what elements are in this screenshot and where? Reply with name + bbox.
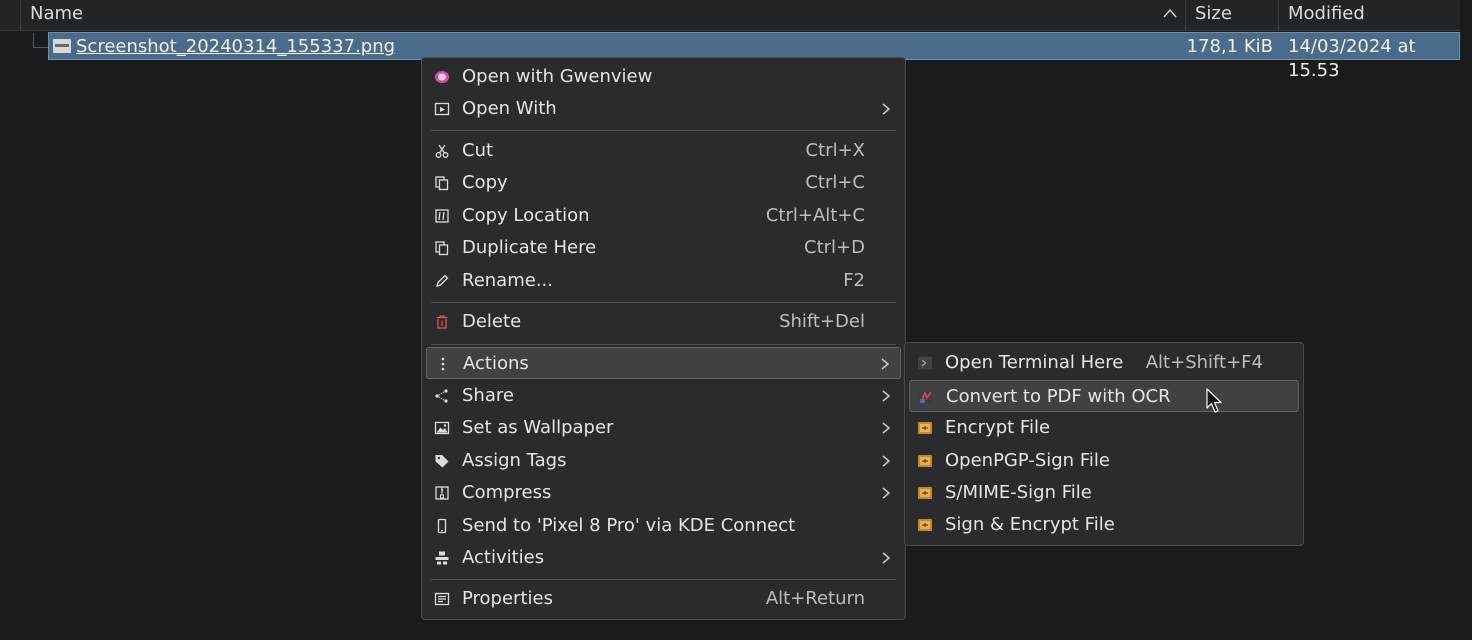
tag-icon [435, 455, 449, 468]
menu-label: Actions [463, 353, 529, 374]
properties-icon [434, 592, 450, 606]
kgpg-icon [918, 487, 932, 499]
tree-branch-line [33, 33, 48, 48]
menu-delete[interactable]: Delete Shift+Del [426, 306, 901, 338]
submenu-encrypt-file[interactable]: Encrypt File [909, 412, 1299, 444]
menu-label: Cut [462, 140, 494, 161]
menu-shortcut: F2 [843, 270, 865, 291]
menu-shortcut: Ctrl+C [805, 172, 865, 193]
share-icon [435, 389, 448, 403]
menu-label: Copy [462, 172, 508, 193]
compress-icon [435, 486, 449, 500]
menu-cut[interactable]: Cut Ctrl+X [426, 135, 901, 167]
chevron-right-icon [882, 455, 891, 467]
menu-label: Sign & Encrypt File [945, 514, 1115, 535]
menu-copy[interactable]: Copy Ctrl+C [426, 167, 901, 199]
menu-separator [431, 130, 896, 131]
chevron-right-icon [882, 422, 891, 434]
file-size: 178,1 KiB [1186, 36, 1273, 57]
delete-icon [436, 315, 448, 329]
menu-label: S/MIME-Sign File [945, 482, 1092, 503]
menu-shortcut: Alt+Shift+F4 [1145, 352, 1263, 373]
phone-icon [437, 518, 447, 534]
column-size-header[interactable]: Size [1185, 0, 1278, 30]
menu-label: Copy Location [462, 205, 590, 226]
column-header: Name Size Modified [0, 0, 1460, 31]
chevron-right-icon [882, 552, 891, 564]
file-modified: 14/03/2024 at 15.53 [1288, 36, 1416, 81]
menu-shortcut: Alt+Return [765, 588, 865, 609]
image-file-icon [53, 39, 71, 53]
menu-label: Open With [462, 98, 557, 119]
submenu-convert-to-pdf-ocr[interactable]: Convert to PDF with OCR [909, 380, 1299, 412]
submenu-smime-sign-file[interactable]: S/MIME-Sign File [909, 477, 1299, 509]
terminal-icon [918, 356, 932, 370]
file-row-selected[interactable]: Screenshot_20240314_155337.png 178,1 KiB… [48, 32, 1460, 81]
menu-properties[interactable]: Properties Alt+Return [426, 583, 901, 615]
copy-location-icon [435, 209, 449, 223]
menu-assign-tags[interactable]: Assign Tags [426, 445, 901, 477]
menu-shortcut: Ctrl+D [804, 237, 865, 258]
menu-label: Assign Tags [462, 450, 567, 471]
menu-share[interactable]: Share [426, 380, 901, 412]
rename-icon [436, 274, 449, 287]
menu-label: Duplicate Here [462, 237, 597, 258]
column-name-header[interactable]: Name [20, 0, 1185, 30]
menu-duplicate-here[interactable]: Duplicate Here Ctrl+D [426, 232, 901, 264]
menu-open-with-gwenview[interactable]: Open with Gwenview [426, 61, 901, 93]
menu-label: Share [462, 385, 514, 406]
submenu-openpgp-sign-file[interactable]: OpenPGP-Sign File [909, 445, 1299, 477]
menu-label: Send to 'Pixel 8 Pro' via KDE Connect [462, 515, 796, 536]
menu-label: Delete [462, 311, 522, 332]
menu-label: Open with Gwenview [462, 66, 653, 87]
menu-compress[interactable]: Compress [426, 477, 901, 509]
chevron-right-icon [882, 103, 891, 115]
menu-shortcut: Shift+Del [779, 311, 865, 332]
menu-label: Rename... [462, 270, 553, 291]
menu-send-via-kde-connect[interactable]: Send to 'Pixel 8 Pro' via KDE Connect [426, 510, 901, 542]
menu-shortcut: Ctrl+Alt+C [765, 205, 865, 226]
wallpaper-icon [434, 421, 450, 435]
menu-actions[interactable]: Actions [426, 347, 901, 379]
kgpg-icon [918, 519, 932, 531]
gwenview-icon [435, 71, 449, 83]
mouse-cursor-icon [1206, 388, 1222, 413]
menu-copy-location[interactable]: Copy Location Ctrl+Alt+C [426, 200, 901, 232]
pdf-icon [919, 390, 933, 404]
column-modified-header[interactable]: Modified [1278, 0, 1460, 30]
kgpg-icon [918, 455, 932, 467]
submenu-sign-and-encrypt-file[interactable]: Sign & Encrypt File [909, 509, 1299, 541]
menu-label: Activities [462, 547, 545, 568]
chevron-right-icon [882, 487, 891, 499]
menu-open-with[interactable]: Open With [426, 93, 901, 125]
chevron-right-icon [881, 358, 890, 370]
context-menu: Open with Gwenview Open With Cut Ctrl+X … [421, 57, 906, 620]
activities-icon [435, 551, 449, 565]
menu-separator [431, 344, 896, 345]
menu-activities[interactable]: Activities [426, 542, 901, 574]
chevron-right-icon [882, 390, 891, 402]
open-with-icon [434, 102, 450, 116]
actions-submenu: Open Terminal Here Alt+Shift+F4 Convert … [904, 342, 1304, 546]
duplicate-icon [435, 241, 449, 256]
menu-set-as-wallpaper[interactable]: Set as Wallpaper [426, 412, 901, 444]
menu-separator [431, 579, 896, 580]
menu-label: Compress [462, 482, 552, 503]
menu-shortcut: Ctrl+X [805, 140, 865, 161]
menu-label: OpenPGP-Sign File [945, 450, 1110, 471]
submenu-open-terminal-here[interactable]: Open Terminal Here Alt+Shift+F4 [909, 347, 1299, 379]
cut-icon [435, 144, 449, 158]
menu-label: Encrypt File [945, 417, 1051, 438]
menu-separator [431, 302, 896, 303]
menu-label: Convert to PDF with OCR [946, 386, 1171, 407]
menu-label: Set as Wallpaper [462, 417, 614, 438]
menu-label: Properties [462, 588, 553, 609]
copy-icon [435, 176, 449, 191]
menu-rename[interactable]: Rename... F2 [426, 265, 901, 297]
kgpg-icon [918, 422, 932, 434]
file-name: Screenshot_20240314_155337.png [76, 36, 396, 57]
actions-icon [441, 357, 445, 371]
sort-ascending-icon [1163, 8, 1177, 18]
menu-label: Open Terminal Here [945, 352, 1124, 373]
